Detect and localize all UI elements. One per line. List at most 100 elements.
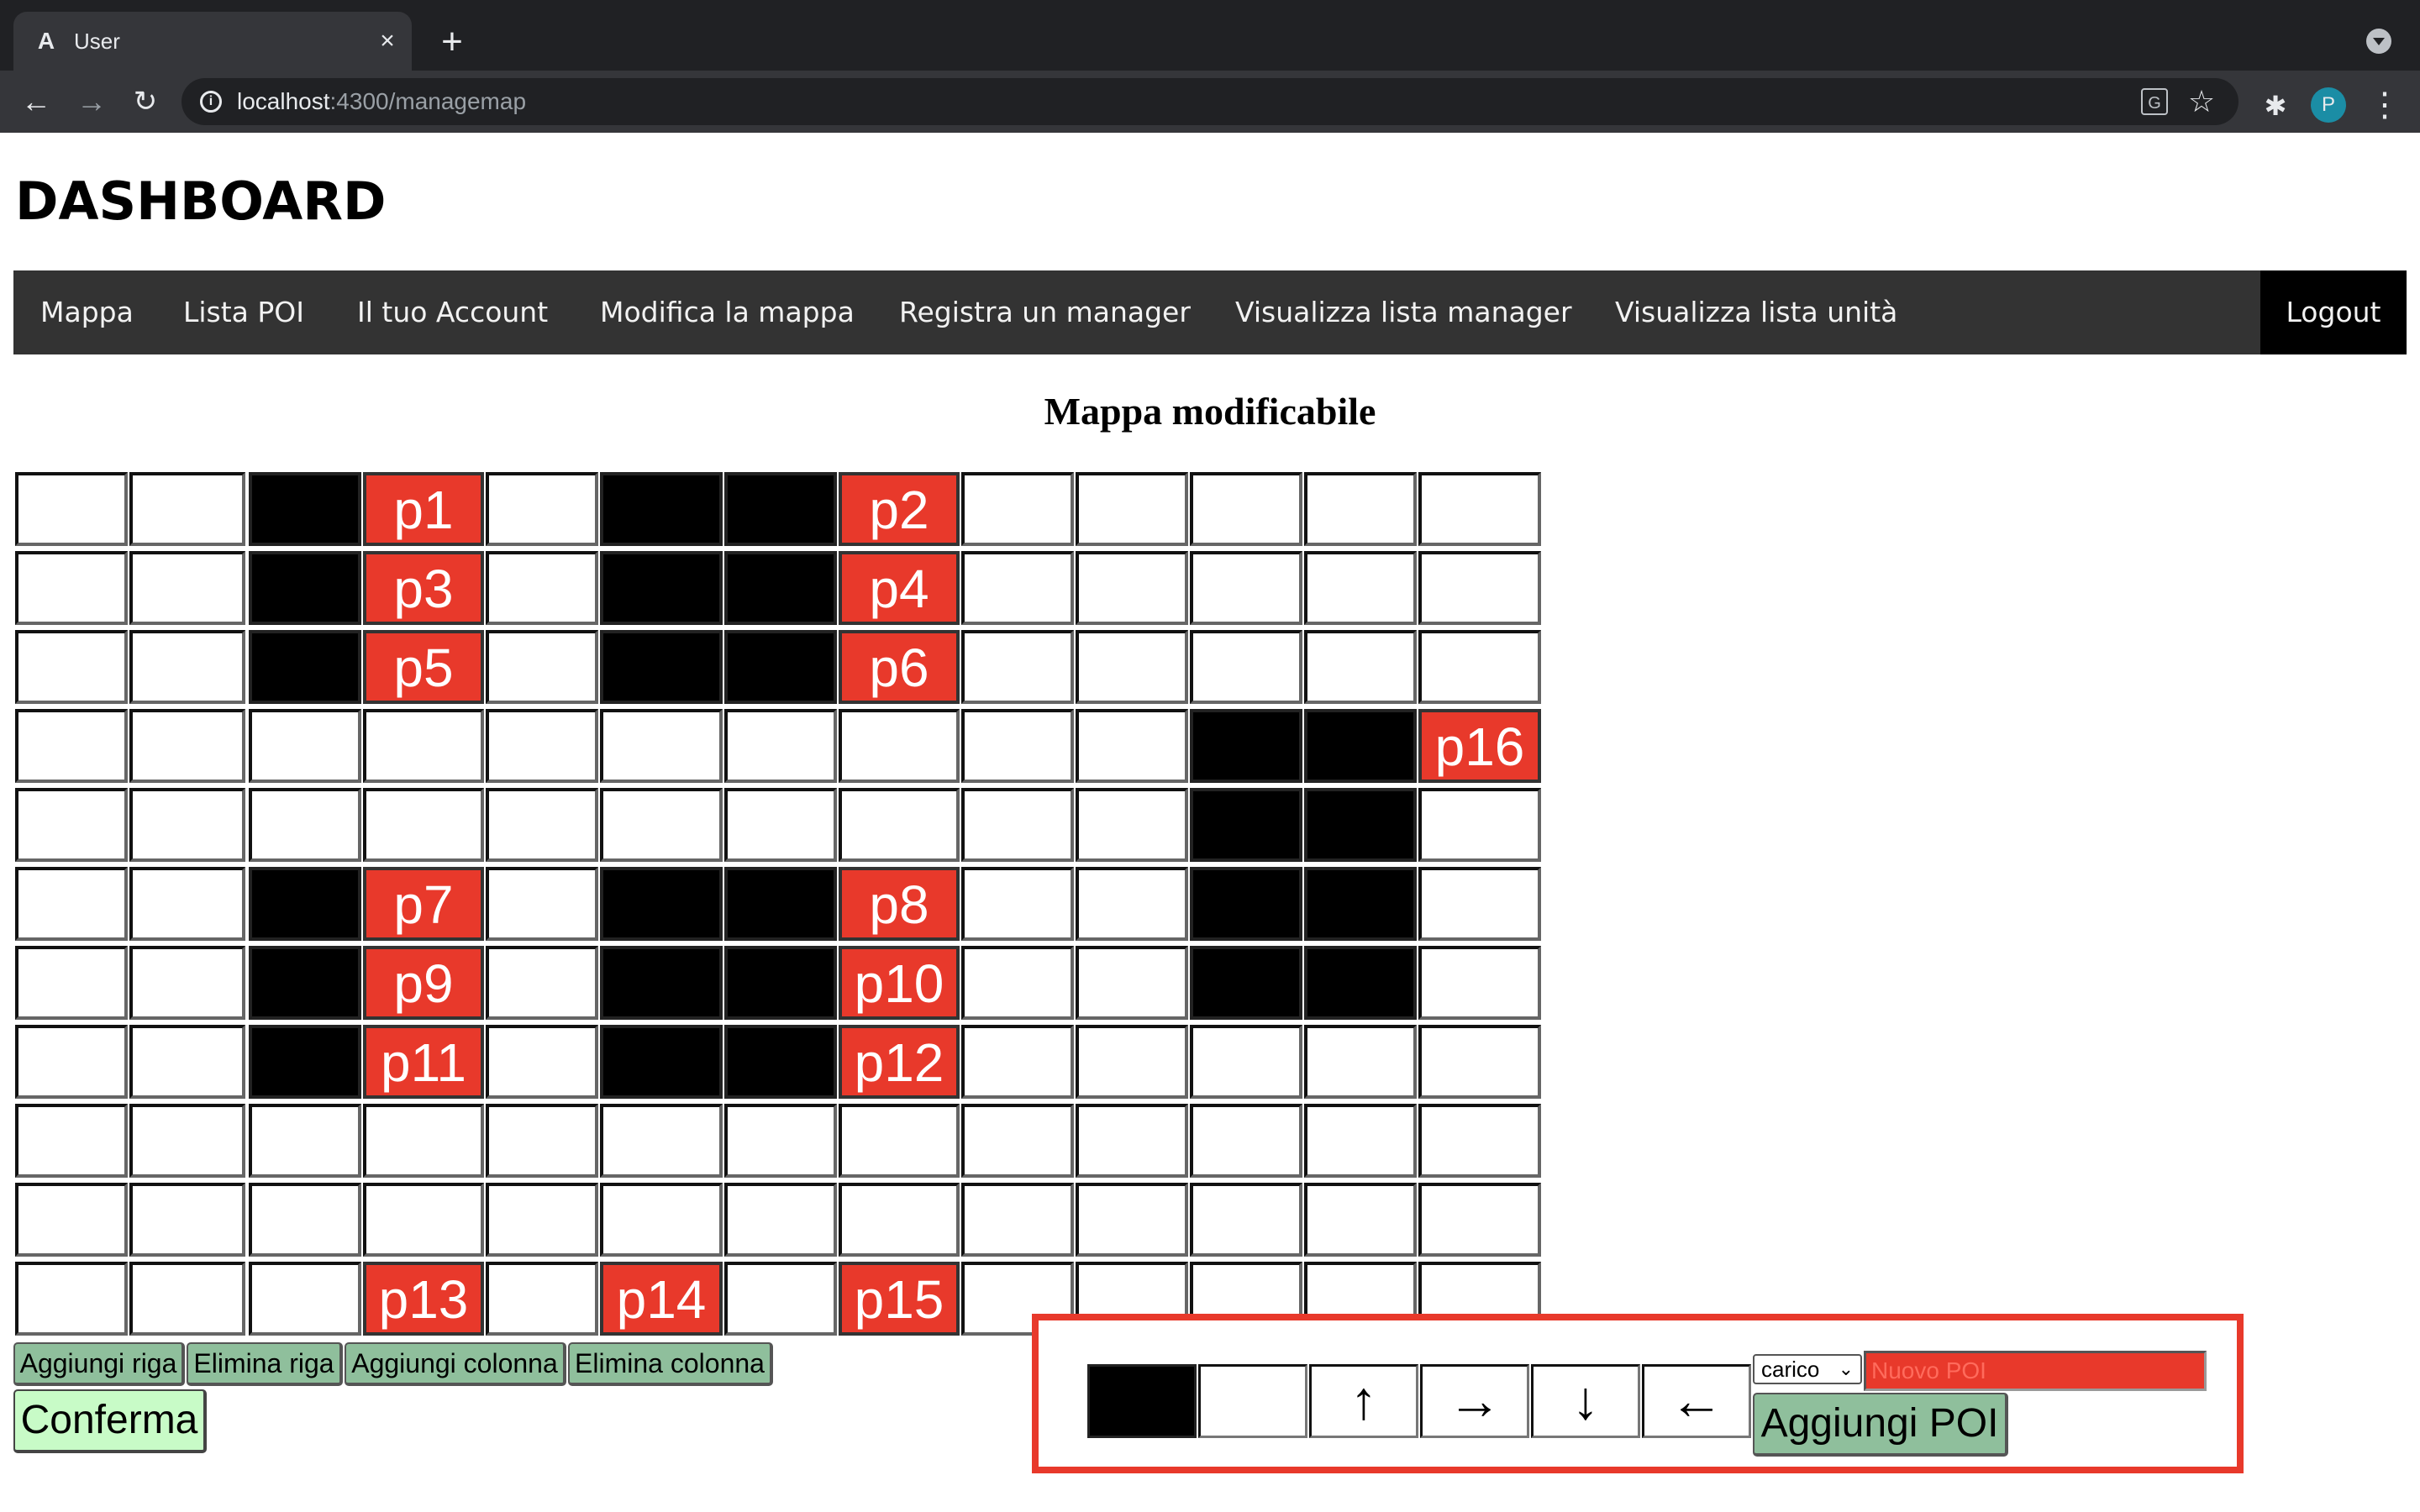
map-cell-empty[interactable]: [15, 946, 128, 1020]
map-cell-empty[interactable]: [486, 1104, 598, 1178]
map-cell-empty[interactable]: [486, 788, 598, 862]
extensions-icon[interactable]: ✱: [2259, 89, 2292, 123]
map-cell-empty[interactable]: [15, 1183, 128, 1257]
map-cell-empty[interactable]: [1418, 1025, 1541, 1099]
nav-item-lista-manager[interactable]: Visualizza lista manager: [1235, 270, 1572, 354]
close-icon[interactable]: ×: [373, 27, 402, 55]
map-cell-empty[interactable]: [1190, 1183, 1302, 1257]
arrow-up-tool[interactable]: ↑: [1309, 1364, 1418, 1438]
map-cell-empty[interactable]: [15, 709, 128, 783]
nav-item-account[interactable]: Il tuo Account: [357, 270, 548, 354]
map-cell-empty[interactable]: [129, 867, 245, 941]
map-cell-empty[interactable]: [129, 709, 245, 783]
map-cell-empty[interactable]: [961, 630, 1074, 704]
map-cell-empty[interactable]: [129, 1262, 245, 1336]
map-cell-empty[interactable]: [486, 472, 598, 546]
map-cell-empty[interactable]: [129, 788, 245, 862]
map-cell-empty[interactable]: [249, 1262, 361, 1336]
add-poi-button[interactable]: Aggiungi POI: [1753, 1393, 2008, 1457]
map-cell-wall[interactable]: [1190, 946, 1302, 1020]
map-cell-poi[interactable]: p4: [839, 551, 960, 625]
map-cell-wall[interactable]: [249, 867, 361, 941]
address-bar[interactable]: i localhost:4300/managemap G ☆: [182, 78, 2238, 125]
map-cell-empty[interactable]: [486, 1262, 598, 1336]
map-cell-empty[interactable]: [486, 1025, 598, 1099]
map-cell-empty[interactable]: [1418, 472, 1541, 546]
map-cell-empty[interactable]: [249, 788, 361, 862]
map-cell-empty[interactable]: [129, 1104, 245, 1178]
map-cell-wall[interactable]: [1304, 946, 1417, 1020]
map-cell-wall[interactable]: [600, 1025, 723, 1099]
map-cell-wall[interactable]: [600, 630, 723, 704]
map-cell-empty[interactable]: [1076, 1183, 1188, 1257]
nav-item-mappa[interactable]: Mappa: [40, 270, 134, 354]
map-cell-empty[interactable]: [1076, 867, 1188, 941]
map-cell-empty[interactable]: [1190, 630, 1302, 704]
new-tab-icon[interactable]: +: [435, 24, 469, 60]
map-cell-empty[interactable]: [961, 1183, 1074, 1257]
tab-search-icon[interactable]: [2366, 29, 2391, 54]
map-cell-empty[interactable]: [129, 1183, 245, 1257]
map-cell-empty[interactable]: [486, 709, 598, 783]
arrow-down-tool[interactable]: ↓: [1531, 1364, 1640, 1438]
map-cell-wall[interactable]: [724, 551, 837, 625]
map-cell-empty[interactable]: [839, 1104, 960, 1178]
map-cell-empty[interactable]: [129, 630, 245, 704]
map-cell-wall[interactable]: [724, 630, 837, 704]
map-cell-wall[interactable]: [600, 472, 723, 546]
map-cell-poi[interactable]: p10: [839, 946, 960, 1020]
profile-avatar[interactable]: P: [2311, 87, 2346, 123]
map-cell-empty[interactable]: [129, 1025, 245, 1099]
map-cell-empty[interactable]: [1076, 709, 1188, 783]
map-cell-empty[interactable]: [724, 1262, 837, 1336]
map-cell-empty[interactable]: [961, 1104, 1074, 1178]
map-cell-empty[interactable]: [15, 630, 128, 704]
map-cell-empty[interactable]: [961, 551, 1074, 625]
info-icon[interactable]: i: [200, 91, 222, 113]
arrow-right-tool[interactable]: →: [1420, 1364, 1529, 1438]
map-cell-empty[interactable]: [1418, 867, 1541, 941]
map-cell-empty[interactable]: [15, 1104, 128, 1178]
map-cell-empty[interactable]: [1304, 1025, 1417, 1099]
map-cell-empty[interactable]: [15, 551, 128, 625]
map-cell-empty[interactable]: [961, 867, 1074, 941]
nav-item-lista-poi[interactable]: Lista POI: [183, 270, 304, 354]
map-cell-wall[interactable]: [249, 946, 361, 1020]
map-cell-poi[interactable]: p15: [839, 1262, 960, 1336]
map-cell-poi[interactable]: p8: [839, 867, 960, 941]
map-cell-empty[interactable]: [724, 1104, 837, 1178]
map-cell-empty[interactable]: [1076, 788, 1188, 862]
map-cell-empty[interactable]: [600, 788, 723, 862]
map-cell-poi[interactable]: p3: [363, 551, 484, 625]
map-cell-empty[interactable]: [961, 788, 1074, 862]
map-cell-wall[interactable]: [724, 867, 837, 941]
map-cell-empty[interactable]: [961, 1025, 1074, 1099]
map-cell-wall[interactable]: [1190, 788, 1302, 862]
map-cell-empty[interactable]: [1418, 788, 1541, 862]
map-cell-empty[interactable]: [363, 788, 484, 862]
map-cell-poi[interactable]: p13: [363, 1262, 484, 1336]
map-cell-poi[interactable]: p7: [363, 867, 484, 941]
map-cell-empty[interactable]: [486, 1183, 598, 1257]
confirm-button[interactable]: Conferma: [13, 1389, 207, 1453]
url-text[interactable]: localhost:4300/managemap: [237, 88, 526, 115]
nav-item-lista-unita[interactable]: Visualizza lista unità: [1615, 270, 1897, 354]
map-cell-wall[interactable]: [1304, 867, 1417, 941]
map-cell-poi[interactable]: p16: [1418, 709, 1541, 783]
map-cell-empty[interactable]: [600, 709, 723, 783]
map-cell-empty[interactable]: [839, 788, 960, 862]
nav-item-registra-manager[interactable]: Registra un manager: [899, 270, 1191, 354]
map-cell-empty[interactable]: [600, 1104, 723, 1178]
map-cell-wall[interactable]: [249, 1025, 361, 1099]
map-cell-empty[interactable]: [1304, 551, 1417, 625]
map-cell-empty[interactable]: [15, 1025, 128, 1099]
map-cell-wall[interactable]: [1190, 709, 1302, 783]
map-cell-poi[interactable]: p11: [363, 1025, 484, 1099]
map-cell-wall[interactable]: [249, 551, 361, 625]
map-cell-empty[interactable]: [1076, 630, 1188, 704]
map-cell-poi[interactable]: p1: [363, 472, 484, 546]
map-cell-wall[interactable]: [600, 551, 723, 625]
map-cell-empty[interactable]: [724, 709, 837, 783]
map-cell-empty[interactable]: [249, 1183, 361, 1257]
map-cell-empty[interactable]: [15, 788, 128, 862]
